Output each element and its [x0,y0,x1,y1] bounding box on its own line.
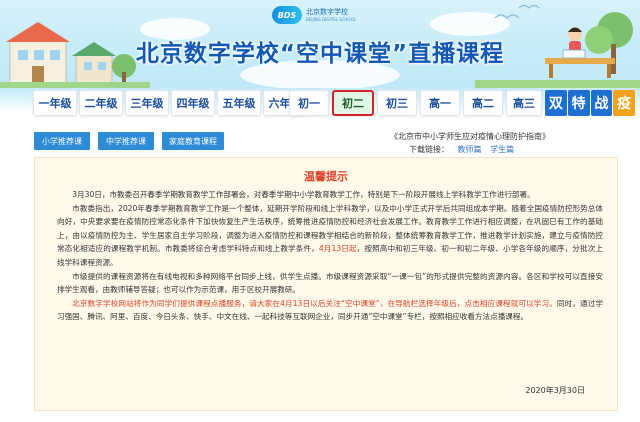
notice-paragraph: 北京数字学校网站将作为同学们提供课程点播服务，请大家在4月13日以后关注“空中课… [57,297,603,324]
notice-paragraph: 3月30日，市教委召开春季学期教育教学工作部署会，对春季学期中小学教育教学工作，… [72,190,535,199]
grade-tab-chu1[interactable]: 初一 [289,90,329,116]
grade-tab-1[interactable]: 一年级 [33,90,77,116]
download-label: 下载链接： [409,145,449,154]
grade-tab-2[interactable]: 二年级 [79,90,123,116]
site-logo[interactable]: BDS 北京数字学校 BEIJING DIGITAL SCHOOL [272,4,368,26]
notice-red-text: 北京数字学校网站将作为同学们提供课程点播服务，请大家在4月13日以后关注“空中课… [72,298,557,308]
shuangte-char-3: 战 [590,90,613,116]
grade-tab-5[interactable]: 五年级 [217,90,261,116]
notice-date: 2020年3月30日 [525,386,585,395]
guide-title: 《北京市中小学师生应对疫情心理防护指南》 [390,132,550,141]
shuangte-char-4: 疫 [613,90,635,116]
shuangte-char-1: 双 [545,90,567,116]
grade-tab-chu2[interactable]: 初二 [332,90,374,116]
notice-date-highlight: 4月13日起 [318,244,357,254]
tab-primary-recommended[interactable]: 小学推荐课 [34,132,90,150]
grade-tab-gao1[interactable]: 高一 [420,90,460,116]
notice-title: 温馨提示 [304,170,348,183]
grade-tab-gao3[interactable]: 高三 [506,90,542,116]
grade-tab-chu3[interactable]: 初三 [377,90,417,116]
notice-body: 3月30日，市教委召开春季学期教育教学工作部署会，对春季学期中小学教育教学工作，… [57,188,603,324]
download-row: 下载链接： 教师篇 学生篇 [409,144,514,155]
banner: BDS 北京数字学校 BEIJING DIGITAL SCHOOL 北京数字学校… [0,0,640,88]
tab-secondary-recommended[interactable]: 中学推荐课 [98,132,154,150]
grade-tab-3[interactable]: 三年级 [125,90,169,116]
shuangte-char-2: 特 [567,90,590,116]
grade-nav: 一年级 二年级 三年级 四年级 五年级 六年级 初一 初二 初三 高一 高二 高… [0,88,640,118]
logo-en-text: BEIJING DIGITAL SCHOOL [306,16,356,22]
tab-family-education[interactable]: 家庭教育课程 [162,132,224,150]
logo-cn-text: 北京数字学校 [306,7,348,16]
notice-paragraph: 市级提供的课程资源将在有线电视和多种网络平台同步上线，供学生点播。市级课程资源采… [57,271,603,295]
logo-mark: BDS [272,6,302,24]
grade-tab-4[interactable]: 四年级 [171,90,215,116]
notice-paragraph: 市教委指出，2020年春季学期教育教学工作是一个整体，延期开学阶段和线上学科教学… [57,202,603,270]
shuangte-zhanyi-button[interactable]: 双 特 战 疫 [545,90,635,116]
notice-box: 温馨提示 3月30日，市教委召开春季学期教育教学工作部署会，对春季学期中小学教育… [34,157,618,411]
download-link-student[interactable]: 学生篇 [490,145,514,154]
download-link-teacher[interactable]: 教师篇 [458,145,482,154]
grade-tab-gao2[interactable]: 高二 [463,90,503,116]
reading-student-illustration [475,4,640,88]
